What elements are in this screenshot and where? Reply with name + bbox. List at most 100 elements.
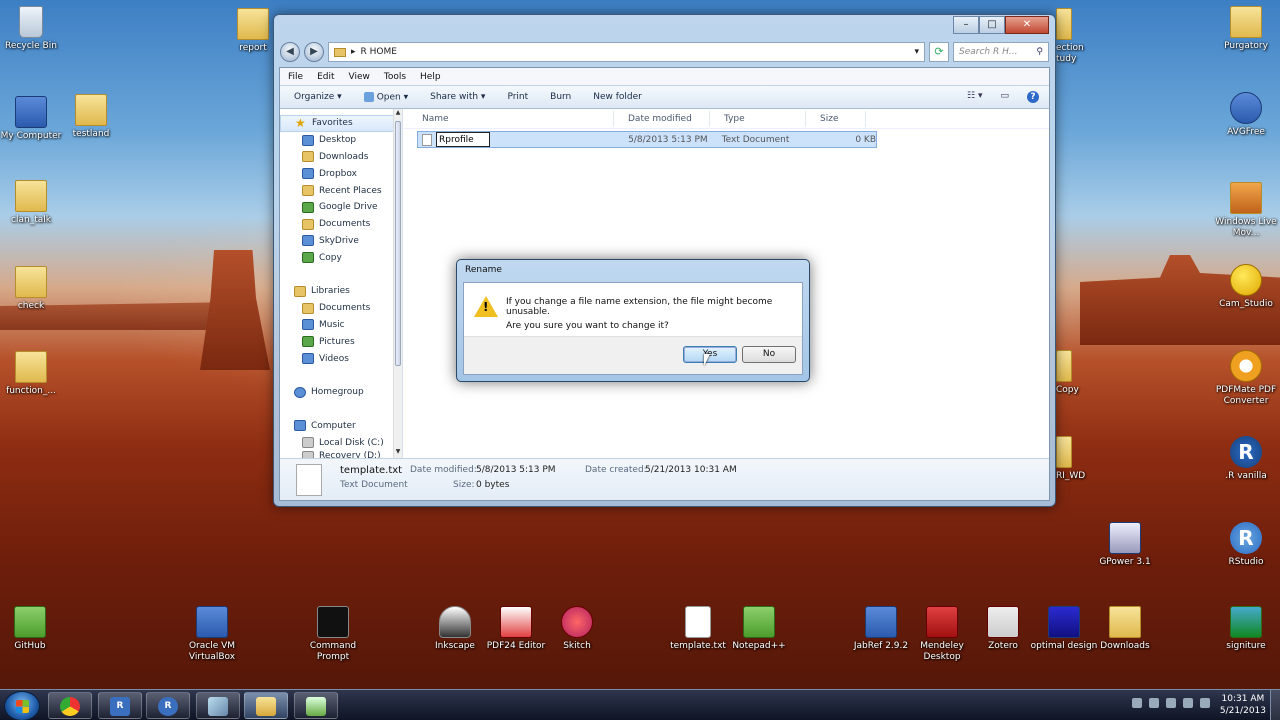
- nav-videos[interactable]: Videos: [280, 350, 402, 367]
- scroll-up-icon[interactable]: ▲: [394, 109, 402, 119]
- desktop-icon-notepadpp[interactable]: Notepad++: [725, 606, 793, 652]
- search-placeholder: Search R H...: [959, 47, 1018, 57]
- nav-computer[interactable]: Computer: [280, 417, 402, 434]
- nav-scrollbar[interactable]: ▲ ▼: [393, 109, 402, 458]
- maximize-button[interactable]: □: [979, 16, 1005, 34]
- scroll-down-icon[interactable]: ▼: [394, 448, 402, 458]
- taskbar-notepadpp[interactable]: [294, 692, 338, 719]
- desktop-icon-r-vanilla[interactable]: R .R vanilla: [1212, 436, 1280, 482]
- tray-flag-icon[interactable]: [1200, 698, 1210, 708]
- desktop-icon-github[interactable]: GitHub: [0, 606, 64, 652]
- print-button[interactable]: Print: [507, 92, 528, 102]
- desktop-icon-ri-wd[interactable]: RI_WD: [1056, 436, 1092, 482]
- desktop-icon-command-prompt[interactable]: Command Prompt: [299, 606, 367, 663]
- desktop-icon-recycle-bin[interactable]: Recycle Bin: [0, 6, 65, 52]
- file-row-selected[interactable]: 5/8/2013 5:13 PM Text Document 0 KB: [417, 131, 877, 148]
- desktop-icon-testland[interactable]: testland: [57, 94, 125, 140]
- desktop-icon-my-computer[interactable]: My Computer: [0, 96, 65, 142]
- desktop-icon-mendeley[interactable]: Mendeley Desktop: [908, 606, 976, 663]
- desktop-icon-function[interactable]: function_...: [0, 351, 65, 397]
- menu-file[interactable]: File: [288, 72, 303, 82]
- desktop-icon-virtualbox[interactable]: Oracle VM VirtualBox: [178, 606, 246, 663]
- nav-documents-fav[interactable]: Documents: [280, 216, 402, 233]
- menu-edit[interactable]: Edit: [317, 72, 334, 82]
- desktop-icon-jabref[interactable]: JabRef 2.9.2: [847, 606, 915, 652]
- skydrive-icon: [302, 235, 314, 247]
- desktop-icon-downloads[interactable]: Downloads: [1091, 606, 1159, 652]
- nav-desktop[interactable]: Desktop: [280, 132, 402, 149]
- nav-pictures[interactable]: Pictures: [280, 333, 402, 350]
- clock[interactable]: 10:31 AM 5/21/2013: [1220, 693, 1266, 717]
- yes-button[interactable]: Yes: [683, 346, 737, 363]
- taskbar-r[interactable]: R: [98, 692, 142, 719]
- search-input[interactable]: Search R H... ⚲: [953, 42, 1049, 62]
- preview-pane-icon[interactable]: ▭: [1000, 91, 1009, 103]
- rename-input[interactable]: [436, 132, 490, 147]
- desktop-icon-skitch[interactable]: Skitch: [543, 606, 611, 652]
- start-button[interactable]: [4, 691, 40, 720]
- no-button[interactable]: No: [742, 346, 796, 363]
- nav-skydrive[interactable]: SkyDrive: [280, 233, 402, 250]
- desktop-icon-purgatory[interactable]: Purgatory: [1212, 6, 1280, 52]
- column-type[interactable]: Type: [710, 110, 806, 127]
- new-folder-button[interactable]: New folder: [593, 92, 642, 102]
- nav-homegroup[interactable]: Homegroup: [280, 384, 402, 401]
- desktop-icon-signiture[interactable]: signiture: [1212, 606, 1280, 652]
- taskbar-r-console[interactable]: R: [146, 692, 190, 719]
- desktop-icon-pdfmate[interactable]: PDFMate PDF Converter: [1212, 350, 1280, 407]
- nav-local-disk[interactable]: Local Disk (C:): [280, 434, 402, 451]
- close-button[interactable]: ✕: [1005, 16, 1049, 34]
- nav-google-drive[interactable]: Google Drive: [280, 199, 402, 216]
- open-button[interactable]: Open ▾: [363, 91, 408, 102]
- desktop-icon-ection-tudy[interactable]: ection tudy: [1056, 8, 1096, 65]
- taskbar-notes[interactable]: [196, 692, 240, 719]
- desktop-icon-gpower[interactable]: GPower 3.1: [1091, 522, 1159, 568]
- menu-tools[interactable]: Tools: [384, 72, 406, 82]
- nav-favorites[interactable]: ★ Favorites: [280, 115, 394, 132]
- show-desktop-button[interactable]: [1270, 690, 1280, 720]
- desktop-icon-pdf24[interactable]: PDF24 Editor: [482, 606, 550, 652]
- desktop-icon-avgfree[interactable]: AVGFree: [1212, 92, 1280, 138]
- desktop-icon-clan-talk[interactable]: clan_talk: [0, 180, 65, 226]
- help-icon[interactable]: ?: [1027, 91, 1039, 103]
- refresh-button[interactable]: ⟳: [929, 42, 949, 62]
- column-size[interactable]: Size: [806, 110, 866, 127]
- nav-recent-places[interactable]: Recent Places: [280, 182, 402, 199]
- column-date-modified[interactable]: Date modified: [614, 110, 710, 127]
- nav-libraries[interactable]: Libraries: [280, 283, 402, 300]
- tray-arrow-icon[interactable]: [1132, 698, 1142, 708]
- address-bar[interactable]: ▸ R HOME ▾: [328, 42, 925, 62]
- desktop-icon-zotero[interactable]: Zotero: [969, 606, 1037, 652]
- desktop-icon-windows-live-movie[interactable]: Windows Live Mov...: [1212, 182, 1280, 239]
- tray-network-icon[interactable]: [1166, 698, 1176, 708]
- menu-help[interactable]: Help: [420, 72, 441, 82]
- nav-downloads[interactable]: Downloads: [280, 149, 402, 166]
- scroll-thumb[interactable]: [395, 121, 401, 366]
- taskbar-chrome[interactable]: [48, 692, 92, 719]
- nav-copy[interactable]: Copy: [280, 249, 402, 266]
- minimize-button[interactable]: –: [953, 16, 979, 34]
- share-with-button[interactable]: Share with ▾: [430, 92, 485, 102]
- chevron-down-icon[interactable]: ▾: [914, 47, 919, 57]
- view-options-icon[interactable]: ☷ ▾: [967, 91, 982, 103]
- menu-view[interactable]: View: [349, 72, 370, 82]
- taskbar-explorer[interactable]: [244, 692, 288, 719]
- desktop-icon-rstudio[interactable]: R RStudio: [1212, 522, 1280, 568]
- nav-dropbox[interactable]: Dropbox: [280, 165, 402, 182]
- desktop-icon-copy[interactable]: Copy: [1056, 350, 1092, 396]
- desktop-icon-check[interactable]: check: [0, 266, 65, 312]
- desktop-icon-cam-studio[interactable]: Cam_Studio: [1212, 264, 1280, 310]
- tray-dropbox-icon[interactable]: [1149, 698, 1159, 708]
- nav-lib-documents[interactable]: Documents: [280, 300, 402, 317]
- forward-button[interactable]: ▶: [304, 42, 324, 62]
- desktop-icon-template-txt[interactable]: template.txt: [664, 606, 732, 652]
- nav-music[interactable]: Music: [280, 317, 402, 334]
- desktop-icon-inkscape[interactable]: Inkscape: [421, 606, 489, 652]
- burn-button[interactable]: Burn: [550, 92, 571, 102]
- organize-button[interactable]: Organize ▾: [294, 92, 342, 102]
- column-name[interactable]: Name: [404, 110, 614, 127]
- tray-volume-icon[interactable]: [1183, 698, 1193, 708]
- desktop-icon-optimal-design[interactable]: optimal design: [1030, 606, 1098, 652]
- back-button[interactable]: ◀: [280, 42, 300, 62]
- desktop-icon-report[interactable]: report: [231, 8, 275, 54]
